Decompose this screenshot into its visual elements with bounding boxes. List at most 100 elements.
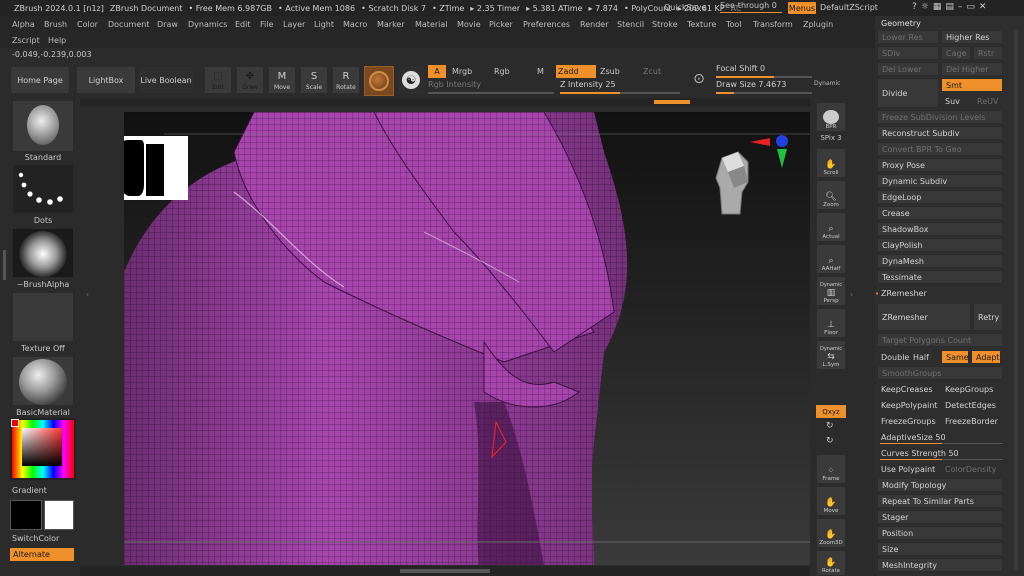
menu-color[interactable]: Color <box>77 20 98 29</box>
rotate-y-icon[interactable]: ↻ <box>826 421 834 431</box>
menu-movie[interactable]: Movie <box>457 20 481 29</box>
use-polypaint-toggle[interactable]: Use Polypaint <box>877 462 939 476</box>
zremesher-button[interactable]: ZRemesher <box>877 303 971 331</box>
crease-section[interactable]: Crease <box>877 206 1003 220</box>
menu-macro[interactable]: Macro <box>343 20 367 29</box>
menu-draw[interactable]: Draw <box>157 20 178 29</box>
default-zscript[interactable]: DefaultZScript <box>820 3 878 12</box>
menu-preferences[interactable]: Preferences <box>523 20 570 29</box>
menu-layer[interactable]: Layer <box>283 20 305 29</box>
a-button[interactable]: A <box>428 65 446 78</box>
left-collapse-icon[interactable]: ‹ <box>86 290 89 299</box>
layout-icon[interactable]: ▦ <box>933 2 946 12</box>
menu-texture[interactable]: Texture <box>687 20 716 29</box>
freeze-subdiv-button[interactable]: Freeze SubDivision Levels <box>877 110 1003 124</box>
reuv-button[interactable]: ReUV <box>973 94 1003 108</box>
bpr-button[interactable]: BPR <box>816 102 846 132</box>
secondary-color-swatch[interactable] <box>44 500 74 530</box>
lower-res-button[interactable]: Lower Res <box>877 30 939 44</box>
detectedges-toggle[interactable]: DetectEdges <box>941 398 1003 412</box>
saturation-square[interactable] <box>22 428 62 466</box>
switch-color-button[interactable]: SwitchColor <box>12 534 59 543</box>
live-boolean-button[interactable]: Live Boolean <box>138 66 194 94</box>
suv-toggle[interactable]: Suv <box>941 94 971 108</box>
geometry-header[interactable]: Geometry <box>877 16 1017 30</box>
alternate-button[interactable]: Alternate <box>10 548 74 561</box>
quicksave-button[interactable]: QuickSave <box>664 3 706 12</box>
focal-shift-slider[interactable]: Focal Shift 0 <box>716 64 816 78</box>
rotate-z-icon[interactable]: ↻ <box>826 436 834 446</box>
dynamic-subdiv-section[interactable]: Dynamic Subdiv <box>877 174 1003 188</box>
zoom3d-button[interactable]: ✋ Zoom3D <box>816 518 846 548</box>
color-density-slider[interactable]: ColorDensity <box>941 462 1003 476</box>
m-button[interactable]: M <box>537 67 544 76</box>
freezeborder-toggle[interactable]: FreezeBorder <box>941 414 1003 428</box>
rotate-button[interactable]: R Rotate <box>332 66 360 94</box>
menu-file[interactable]: File <box>260 20 273 29</box>
stroke-thumbnail[interactable] <box>12 164 74 214</box>
half-button[interactable]: Half <box>909 350 937 364</box>
spix-setting[interactable]: SPix 3 <box>816 134 846 142</box>
grid-icon[interactable]: ▤ <box>945 2 958 12</box>
sdiv-slider[interactable]: SDiv <box>877 46 939 60</box>
stager-section[interactable]: Stager <box>877 510 1003 524</box>
rgb-intensity-slider[interactable]: Rgb Intensity <box>428 80 554 94</box>
home-page-button[interactable]: Home Page <box>10 66 70 94</box>
meshintegrity-section[interactable]: MeshIntegrity <box>877 558 1003 572</box>
close-icon[interactable]: ✕ <box>979 2 991 12</box>
draw-size-slider[interactable]: Draw Size 7.4673 <box>716 80 816 94</box>
color-picker[interactable] <box>10 418 76 480</box>
edit-button[interactable]: ⬚ Edit <box>204 66 232 94</box>
alpha-thumbnail[interactable] <box>12 228 74 278</box>
rstr-button[interactable]: Rstr <box>973 46 1003 60</box>
double-button[interactable]: Double <box>877 350 909 364</box>
right-collapse-icon[interactable]: › <box>850 290 853 299</box>
keeppolypaint-toggle[interactable]: KeepPolypaint <box>877 398 939 412</box>
brush-thumbnail[interactable] <box>12 100 74 152</box>
del-higher-button[interactable]: Del Higher <box>941 62 1003 76</box>
divide-button[interactable]: Divide <box>877 78 939 108</box>
proxy-pose-section[interactable]: Proxy Pose <box>877 158 1003 172</box>
menu-alpha[interactable]: Alpha <box>12 20 35 29</box>
size-section[interactable]: Size <box>877 542 1003 556</box>
menu-picker[interactable]: Picker <box>489 20 513 29</box>
bottom-tray-handle[interactable] <box>400 569 490 573</box>
menu-light[interactable]: Light <box>314 20 334 29</box>
brush-stroke-icon[interactable]: ⊙ <box>688 68 710 90</box>
menu-zplugin[interactable]: Zplugin <box>803 20 833 29</box>
menu-marker[interactable]: Marker <box>377 20 405 29</box>
menu-zscript[interactable]: Zscript <box>12 36 40 45</box>
draw-button[interactable]: ✥ Draw <box>236 66 264 94</box>
see-through-slider[interactable]: See-through 0 <box>720 1 782 13</box>
adapt-toggle[interactable]: Adapt <box>971 350 1001 364</box>
menu-render[interactable]: Render <box>580 20 608 29</box>
keepcreases-toggle[interactable]: KeepCreases <box>877 382 939 396</box>
repeat-similar-button[interactable]: Repeat To Similar Parts <box>877 494 1003 508</box>
aahalf-button[interactable]: ⌕ AAHalf <box>816 244 846 274</box>
texture-thumbnail[interactable] <box>12 292 74 342</box>
del-lower-button[interactable]: Del Lower <box>877 62 939 76</box>
mrgb-button[interactable]: Mrgb <box>452 67 472 76</box>
claypolish-section[interactable]: ClayPolish <box>877 238 1003 252</box>
scale-button[interactable]: S Scale <box>300 66 328 94</box>
menus-button[interactable]: Menus <box>788 2 816 14</box>
sun-icon[interactable]: ☼ <box>921 2 933 12</box>
main-color-swatch[interactable] <box>10 500 42 530</box>
move-button[interactable]: M Move <box>268 66 296 94</box>
lightbox-button[interactable]: LightBox <box>76 66 136 94</box>
dynamesh-section[interactable]: DynaMesh <box>877 254 1003 268</box>
zoom-button[interactable]: 🔍︎ Zoom <box>816 180 846 210</box>
adaptive-size-slider[interactable]: AdaptiveSize 50 <box>877 430 1003 444</box>
menu-dynamics[interactable]: Dynamics <box>188 20 227 29</box>
lsym-button[interactable]: Dynamic ⇆ L.Sym <box>816 340 846 370</box>
edgeloop-section[interactable]: EdgeLoop <box>877 190 1003 204</box>
actual-button[interactable]: ⌕ Actual <box>816 212 846 242</box>
frame-button[interactable]: ⁘ Frame <box>816 454 846 484</box>
target-polygons-slider[interactable]: Target Polygons Count <box>877 333 1003 347</box>
smoothgroups-slider[interactable]: SmoothGroups <box>877 366 1003 380</box>
shadowbox-section[interactable]: ShadowBox <box>877 222 1003 236</box>
convert-bpr-button[interactable]: Convert BPR To Geo <box>877 142 1003 156</box>
scroll-button[interactable]: ✋ Scroll <box>816 148 846 178</box>
document-label[interactable]: ZBrush Document <box>110 4 183 13</box>
material-swatch-button[interactable] <box>364 66 394 96</box>
